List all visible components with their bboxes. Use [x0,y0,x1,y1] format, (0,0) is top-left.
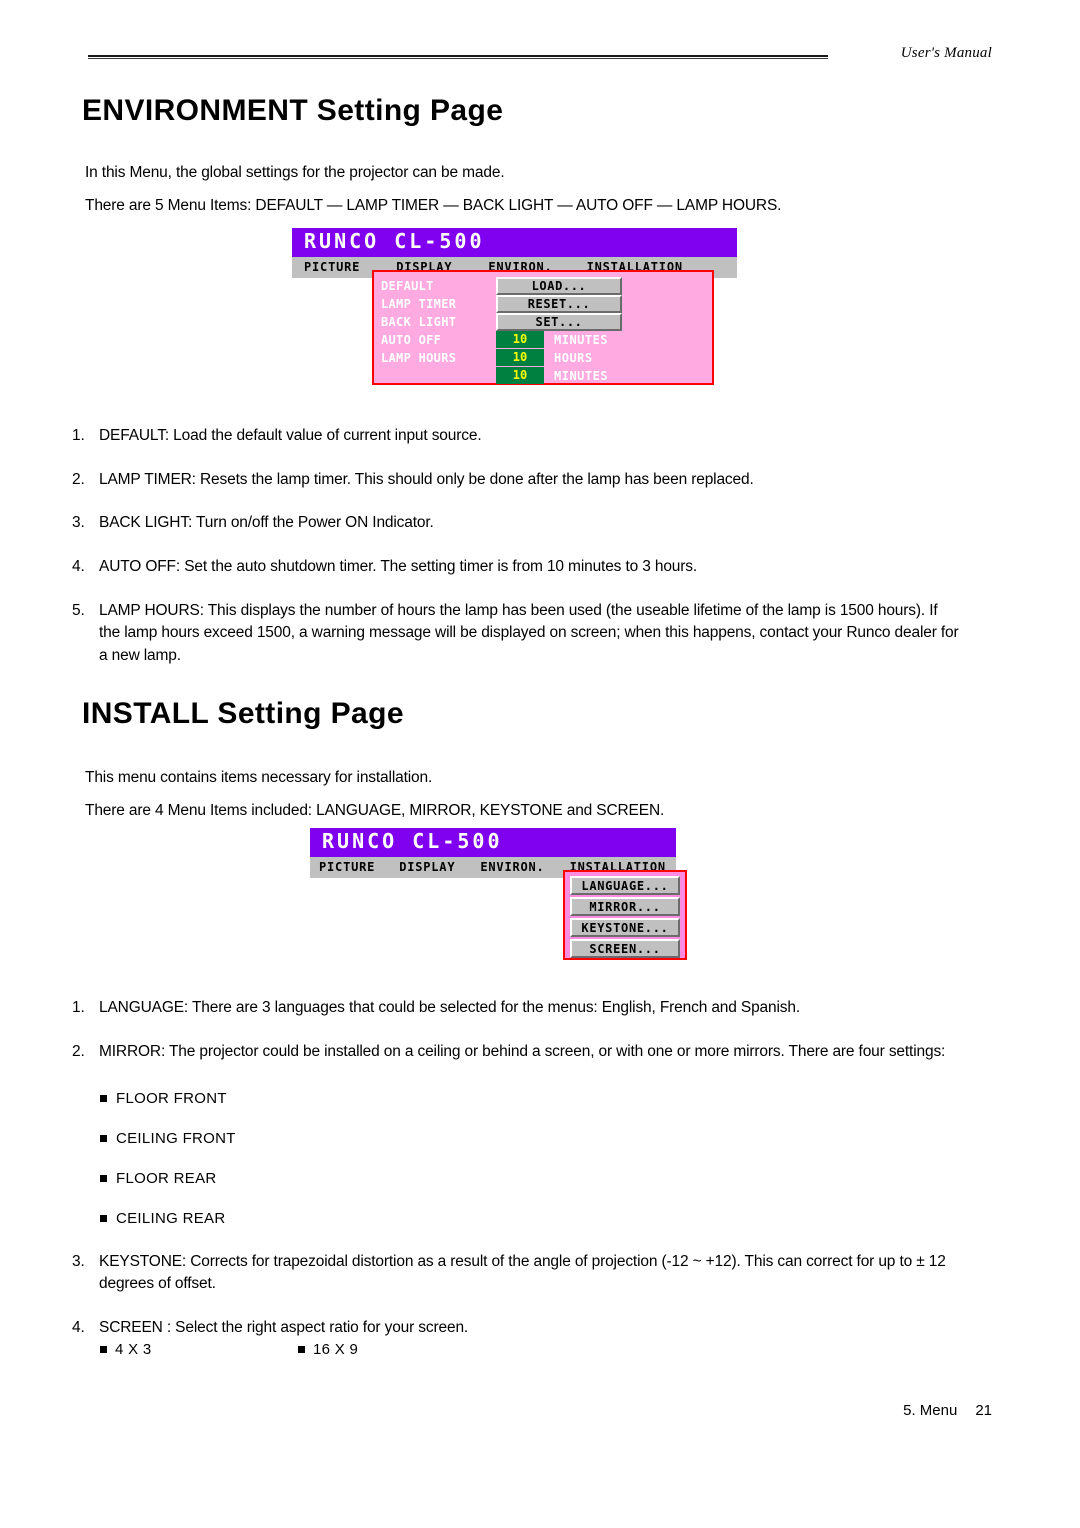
list-item-number: 4. [72,1319,85,1336]
osd-button-language[interactable]: LANGUAGE... [570,876,680,895]
osd-value-lamp-hours[interactable]: 10 [496,349,544,366]
list-item: 4. AUTO OFF: Set the auto shutdown timer… [72,556,962,578]
list-item-number: 1. [72,427,85,444]
list-item-number: 4. [72,558,85,575]
footer-page-number: 21 [975,1402,992,1419]
osd-menu-environ[interactable]: ENVIRON. [480,860,544,874]
environment-intro: In this Menu, the global settings for th… [85,164,505,181]
list-item-number: 1. [72,999,85,1016]
list-item: 5. LAMP HOURS: This displays the number … [72,600,962,667]
header-rule [88,55,828,59]
header-manual-label: User's Manual [900,45,992,61]
screen-ratio-row: 4 X 3 16 X 9 [100,1341,358,1358]
osd-screenshot-install: RUNCO CL-500 PICTURE DISPLAY ENVIRON. IN… [310,828,687,960]
osd-row-default: DEFAULT LOAD... [381,276,706,295]
osd-button-screen[interactable]: SCREEN... [570,939,680,958]
list-item-text: MIRROR: The projector could be installed… [99,1043,946,1060]
list-item-text: BACK LIGHT: Turn on/off the Power ON Ind… [99,514,434,531]
list-item-number: 3. [72,1253,85,1270]
osd-unit-auto-off: MINUTES [554,332,609,347]
osd-label-back-light: BACK LIGHT [381,314,457,329]
page-title-install: INSTALL Setting Page [82,697,404,730]
osd-row-lamp-hours: LAMP HOURS 10 HOURS [381,349,706,366]
osd-screenshot-environment: RUNCO CL-500 PICTURE DISPLAY ENVIRON. IN… [292,228,737,385]
osd-label-auto-off: AUTO OFF [381,332,442,347]
list-item-number: 3. [72,514,85,531]
screen-ratio-16x9: 16 X 9 [313,1341,359,1358]
list-item: 2. MIRROR: The projector could be instal… [72,1041,962,1063]
list-item-text: AUTO OFF: Set the auto shutdown timer. T… [99,558,698,575]
list-item-text: LAMP HOURS: This displays the number of … [99,602,959,664]
osd-titlebar-install: RUNCO CL-500 [310,828,676,857]
bullet-square-icon [100,1135,107,1142]
mirror-option-ceiling-front: CEILING FRONT [100,1130,236,1147]
list-item: 2. LAMP TIMER: Resets the lamp timer. Th… [72,469,962,491]
list-item-text: LANGUAGE: There are 3 languages that cou… [99,999,801,1016]
bullet-square-icon [100,1346,107,1353]
mirror-option-label: CEILING FRONT [116,1130,236,1147]
osd-unit-lamp-hours: HOURS [554,350,593,365]
document-page: User's Manual ENVIRONMENT Setting Page I… [0,0,1080,1528]
osd-row-back-light: BACK LIGHT SET... [381,312,706,331]
osd-value-auto-off[interactable]: 10 [496,331,544,348]
mirror-option-floor-rear: FLOOR REAR [100,1170,217,1187]
bullet-square-icon [100,1175,107,1182]
osd-label-lamp-timer: LAMP TIMER [381,296,457,311]
osd-panel-install: LANGUAGE... MIRROR... KEYSTONE... SCREEN… [563,870,687,960]
osd-button-mirror[interactable]: MIRROR... [570,897,680,916]
list-item-number: 2. [72,471,85,488]
list-item: 3. BACK LIGHT: Turn on/off the Power ON … [72,512,962,534]
mirror-option-label: FLOOR REAR [116,1170,217,1187]
list-item: 1. DEFAULT: Load the default value of cu… [72,425,962,447]
list-item: 3. KEYSTONE: Corrects for trapezoidal di… [72,1251,962,1296]
list-item-text: DEFAULT: Load the default value of curre… [99,427,482,444]
list-item-text: KEYSTONE: Corrects for trapezoidal disto… [99,1253,946,1293]
mirror-option-floor-front: FLOOR FRONT [100,1090,227,1107]
list-item: 1. LANGUAGE: There are 3 languages that … [72,997,962,1019]
list-item-number: 5. [72,602,85,619]
list-item-text: SCREEN : Select the right aspect ratio f… [99,1319,469,1336]
osd-environment-rows: DEFAULT LOAD... LAMP TIMER RESET... BACK… [374,272,712,391]
bullet-square-icon [100,1215,107,1222]
mirror-option-label: FLOOR FRONT [116,1090,227,1107]
environment-items-line: There are 5 Menu Items: DEFAULT — LAMP T… [85,197,782,214]
osd-button-reset[interactable]: RESET... [496,294,622,313]
osd-menu-display[interactable]: DISPLAY [399,860,455,874]
osd-menu-picture[interactable]: PICTURE [319,860,375,874]
osd-label-default: DEFAULT [381,278,434,293]
osd-label-lamp-hours: LAMP HOURS [381,350,457,365]
screen-ratio-4x3: 4 X 3 [115,1341,152,1358]
list-item: 4. SCREEN : Select the right aspect rati… [72,1317,962,1339]
list-item-number: 2. [72,1043,85,1060]
osd-panel-environment: DEFAULT LOAD... LAMP TIMER RESET... BACK… [372,270,714,385]
list-item-text: LAMP TIMER: Resets the lamp timer. This … [99,471,754,488]
osd-button-set[interactable]: SET... [496,312,622,331]
install-intro: This menu contains items necessary for i… [85,769,433,786]
osd-button-keystone[interactable]: KEYSTONE... [570,918,680,937]
footer-chapter: 5. Menu [903,1402,958,1419]
bullet-square-icon [298,1346,305,1353]
install-items-line: There are 4 Menu Items included: LANGUAG… [85,802,665,819]
osd-titlebar-environment: RUNCO CL-500 [292,228,737,257]
osd-button-load[interactable]: LOAD... [496,276,622,295]
osd-row-lamp-timer: LAMP TIMER RESET... [381,294,706,313]
page-footer: 5. Menu 21 [903,1402,992,1419]
mirror-option-ceiling-rear: CEILING REAR [100,1210,225,1227]
bullet-square-icon [100,1095,107,1102]
osd-row-auto-off: AUTO OFF 10 MINUTES [381,331,706,348]
mirror-option-label: CEILING REAR [116,1210,226,1227]
osd-menu-picture[interactable]: PICTURE [304,260,360,274]
osd-row-lamp-minutes: 10 MINUTES [381,367,706,384]
page-title-environment: ENVIRONMENT Setting Page [82,94,504,127]
osd-value-lamp-minutes[interactable]: 10 [496,367,544,384]
osd-unit-lamp-minutes: MINUTES [554,368,609,383]
